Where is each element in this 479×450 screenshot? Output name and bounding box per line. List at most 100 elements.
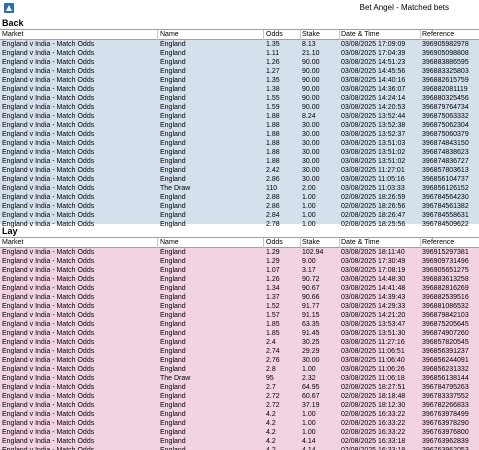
column-divider[interactable] bbox=[420, 238, 421, 248]
table-row[interactable]: England v India - Match OddsEngland4.24.… bbox=[0, 437, 479, 446]
cell-odds: 4.2 bbox=[266, 438, 276, 445]
table-row[interactable]: England v India - Match Odds England 2.72 3… bbox=[0, 401, 479, 410]
column-divider[interactable] bbox=[263, 30, 264, 40]
table-row[interactable]: England v India - Match Odds England 2.78 1… bbox=[0, 220, 479, 229]
column-header-name[interactable]: Name bbox=[160, 31, 260, 38]
cell-reference: 396875062304 bbox=[422, 122, 469, 129]
table-row[interactable]: England v India - Match Odds England 1.57 9… bbox=[0, 311, 479, 320]
cell-stake: 63.35 bbox=[302, 321, 320, 328]
cell-datetime: 03/08/2025 11:03:33 bbox=[341, 185, 405, 192]
table-row[interactable]: England v India - Match Odds England 4.2 1.… bbox=[0, 410, 479, 419]
title-bar[interactable]: Bet Angel - Matched bets bbox=[0, 0, 479, 17]
table-row[interactable]: England v India - Match Odds England 1.26 9… bbox=[0, 275, 479, 284]
cell-name: England bbox=[160, 357, 186, 364]
cell-stake: 8.24 bbox=[302, 113, 316, 120]
column-header-market[interactable]: Market bbox=[2, 31, 156, 38]
table-row[interactable]: England v India - Match Odds England 1.37 9… bbox=[0, 293, 479, 302]
cell-name: England bbox=[160, 131, 186, 138]
cell-stake: 30.00 bbox=[302, 140, 320, 147]
table-row[interactable]: England v India - Match Odds England 1.26 9… bbox=[0, 58, 479, 67]
column-header-odds[interactable]: Odds bbox=[266, 239, 300, 246]
table-row[interactable]: England v India - Match Odds England 1.88 3… bbox=[0, 121, 479, 130]
table-row[interactable]: England v India - Match Odds England 1.85 6… bbox=[0, 320, 479, 329]
table-row[interactable]: England v India - Match Odds England 1.59 9… bbox=[0, 103, 479, 112]
table-row[interactable]: England v India - Match Odds England 2.84 1… bbox=[0, 211, 479, 220]
cell-odds: 1.88 bbox=[266, 149, 280, 156]
column-header-datetime[interactable]: Date & Time bbox=[341, 31, 421, 38]
table-row[interactable]: England v India - Match Odds England 2.86 3… bbox=[0, 175, 479, 184]
column-divider[interactable] bbox=[300, 30, 301, 40]
cell-market: England v India - Match Odds bbox=[2, 411, 95, 418]
table-row[interactable]: England v India - Match Odds England 2.72 6… bbox=[0, 392, 479, 401]
cell-datetime: 03/08/2025 11:06:40 bbox=[341, 357, 405, 364]
column-header-stake[interactable]: Stake bbox=[302, 31, 340, 38]
table-row[interactable]: England v India - Match Odds England 1.55 9… bbox=[0, 94, 479, 103]
table-row[interactable]: England v India - Match Odds England 2.8 1.… bbox=[0, 365, 479, 374]
table-row[interactable]: England v India - Match Odds England 2.4 30… bbox=[0, 338, 479, 347]
cell-stake: 90.00 bbox=[302, 68, 320, 75]
cell-datetime: 03/08/2025 14:40:16 bbox=[341, 77, 406, 84]
table-row[interactable]: England v India - Match Odds England 1.11 2… bbox=[0, 49, 479, 58]
back-bets-table[interactable]: Market Name Odds Stake Date & Time Refer… bbox=[0, 29, 479, 228]
table-row[interactable]: England v India - Match Odds The Draw 110 2… bbox=[0, 184, 479, 193]
cell-datetime: 02/08/2025 16:33:22 bbox=[341, 420, 406, 427]
table-row[interactable]: England v India - Match Odds England 1.07 3… bbox=[0, 266, 479, 275]
table-row[interactable]: England v India - Match Odds England 2.86 1… bbox=[0, 202, 479, 211]
table-row[interactable]: England v India - Match Odds The Draw 95 2.… bbox=[0, 374, 479, 383]
table-row[interactable]: England v India - Match Odds England 1.52 9… bbox=[0, 302, 479, 311]
cell-stake: 30.00 bbox=[302, 122, 320, 129]
table-row[interactable]: England v India - Match Odds England 1.88 3… bbox=[0, 130, 479, 139]
cell-stake: 91.77 bbox=[302, 303, 320, 310]
column-divider[interactable] bbox=[300, 238, 301, 248]
cell-reference: 396874843150 bbox=[422, 140, 469, 147]
table-row[interactable]: England v India - Match Odds England 2.76 3… bbox=[0, 356, 479, 365]
table-row[interactable]: England v India - Match Odds England 2.74 2… bbox=[0, 347, 479, 356]
column-header-odds[interactable]: Odds bbox=[266, 31, 300, 38]
table-row[interactable]: England v India - Match Odds England 1.29 9… bbox=[0, 257, 479, 266]
cell-name: England bbox=[160, 339, 186, 346]
table-row[interactable]: England v India - Match Odds England 1.88 3… bbox=[0, 139, 479, 148]
column-header-stake[interactable]: Stake bbox=[302, 239, 340, 246]
table-row[interactable]: England v India - Match Odds England 1.88 3… bbox=[0, 157, 479, 166]
table-row[interactable]: England v India - Match Odds England 1.85 9… bbox=[0, 329, 479, 338]
column-header-reference[interactable]: Reference bbox=[422, 31, 478, 38]
cell-reference: 396784509622 bbox=[422, 221, 469, 228]
column-divider[interactable] bbox=[339, 30, 340, 40]
cell-stake: 30.00 bbox=[302, 176, 320, 183]
table-row[interactable]: England v India - Match Odds England 1.88 3… bbox=[0, 148, 479, 157]
table-row[interactable]: England v India - Match Odds England 1.88 8… bbox=[0, 112, 479, 121]
table-row[interactable]: England v India - Match Odds England 1.34 9… bbox=[0, 284, 479, 293]
column-divider[interactable] bbox=[157, 30, 158, 40]
column-divider[interactable] bbox=[263, 238, 264, 248]
column-divider[interactable] bbox=[420, 30, 421, 40]
cell-datetime: 03/08/2025 11:27:16 bbox=[341, 339, 405, 346]
cell-odds: 1.85 bbox=[266, 330, 280, 337]
cell-stake: 4.14 bbox=[302, 446, 340, 450]
table-row[interactable]: England v India - Match OddsEngland4.24.… bbox=[0, 446, 479, 450]
table-row[interactable]: England v India - Match Odds England 1.35 9… bbox=[0, 76, 479, 85]
cell-stake: 30.00 bbox=[302, 357, 320, 364]
column-header-datetime[interactable]: Date & Time bbox=[341, 239, 421, 246]
table-row[interactable]: England v India - Match Odds England 1.38 9… bbox=[0, 85, 479, 94]
cell-odds: 2.86 bbox=[266, 176, 280, 183]
table-row[interactable]: England v India - Match Odds England 1.29 1… bbox=[0, 248, 479, 257]
table-row[interactable]: England v India - Match Odds England 1.27 9… bbox=[0, 67, 479, 76]
table-row[interactable]: England v India - Match Odds England 2.88 1… bbox=[0, 193, 479, 202]
lay-bets-table[interactable]: Market Name Odds Stake Date & Time Refer… bbox=[0, 237, 479, 450]
column-header-market[interactable]: Market bbox=[2, 239, 156, 246]
column-header-reference[interactable]: Reference bbox=[422, 239, 478, 246]
cell-name: England bbox=[160, 321, 186, 328]
column-divider[interactable] bbox=[157, 238, 158, 248]
cell-datetime: 02/08/2025 18:25:56 bbox=[341, 221, 406, 228]
table-row[interactable]: England v India - Match Odds England 2.7 64… bbox=[0, 383, 479, 392]
table-row[interactable]: England v India - Match Odds England 4.2 1.… bbox=[0, 419, 479, 428]
cell-name: England bbox=[160, 158, 186, 165]
column-divider[interactable] bbox=[339, 238, 340, 248]
cell-odds: 1.35 bbox=[266, 41, 280, 48]
cell-odds: 4.2 bbox=[266, 429, 276, 436]
table-row[interactable]: England v India - Match Odds England 2.42 3… bbox=[0, 166, 479, 175]
column-header-name[interactable]: Name bbox=[160, 239, 260, 246]
cell-odds: 1.35 bbox=[266, 77, 280, 84]
table-row[interactable]: England v India - Match Odds England 1.35 8… bbox=[0, 40, 479, 49]
table-row[interactable]: England v India - Match Odds England 4.2 1.… bbox=[0, 428, 479, 437]
